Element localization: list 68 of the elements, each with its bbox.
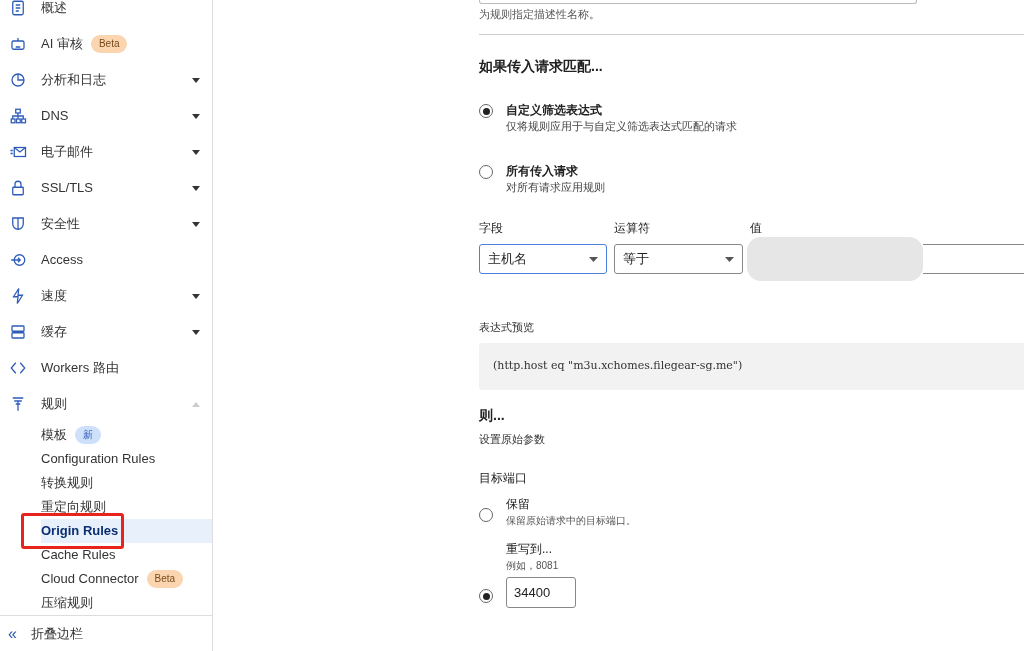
- robot-icon: [9, 35, 27, 53]
- pie-icon: [9, 71, 27, 89]
- sidebar-item[interactable]: Workers 路由: [0, 350, 212, 386]
- shield-icon: [9, 215, 27, 233]
- sidebar-item[interactable]: 概述: [0, 0, 212, 26]
- value-field[interactable]: [923, 244, 1024, 274]
- port-field[interactable]: 34400: [506, 577, 576, 608]
- badge: 新: [75, 426, 101, 444]
- caret-icon: [192, 401, 200, 407]
- document-icon: [9, 0, 27, 17]
- field-label: 运算符: [614, 220, 651, 237]
- sidebar-item[interactable]: 分析和日志: [0, 62, 212, 98]
- option-label: 所有传入请求: [506, 163, 579, 179]
- option-description: 对所有请求应用规则: [506, 180, 605, 195]
- caret-icon: [192, 149, 200, 155]
- help-text: 为规则指定描述性名称。: [479, 7, 601, 22]
- sidebar-item[interactable]: Access: [0, 242, 212, 278]
- caret-icon: [192, 293, 200, 299]
- lock-icon: [9, 179, 27, 197]
- rule-name-field[interactable]: [479, 0, 917, 4]
- caret-icon: [192, 185, 200, 191]
- field-label: 目标端口: [479, 470, 528, 487]
- section-subtitle: 设置原始参数: [479, 431, 546, 447]
- submenu-item[interactable]: Origin Rules: [20, 515, 212, 547]
- caret-icon: [192, 113, 200, 119]
- badge: Beta: [90, 35, 128, 53]
- field-label: 值: [750, 220, 763, 237]
- caret-icon: [192, 329, 200, 335]
- sidebar-item[interactable]: 电子邮件: [0, 134, 212, 170]
- section-heading: 则...: [479, 405, 506, 425]
- field-label: 字段: [479, 220, 504, 237]
- dropdown[interactable]: 主机名: [479, 244, 607, 274]
- submenu-item[interactable]: 模板 新: [20, 423, 212, 447]
- caret-icon: [589, 256, 598, 262]
- submenu-item[interactable]: 压缩规则: [20, 591, 212, 615]
- radio-button[interactable]: [479, 589, 493, 603]
- sidebar-item[interactable]: DNS: [0, 98, 212, 134]
- submenu-item[interactable]: 转换规则: [20, 471, 212, 495]
- expression-preview: (http.host eq "m3u.xchomes.filegear-sg.me"): [479, 342, 1024, 390]
- caret-icon: [192, 77, 200, 83]
- sidebar-item[interactable]: 规则: [0, 386, 212, 422]
- sidebar-item[interactable]: 速度: [0, 278, 212, 314]
- option-description: 仅将规则应用于与自定义筛选表达式匹配的请求: [506, 119, 737, 134]
- radio-button[interactable]: [479, 104, 493, 118]
- caret-icon: [725, 256, 734, 262]
- badge: Beta: [146, 570, 184, 588]
- collapse-sidebar-link[interactable]: 折叠边栏: [30, 623, 83, 644]
- collapse-icon[interactable]: «: [8, 621, 17, 646]
- caret-icon: [192, 221, 200, 227]
- server-icon: [9, 323, 27, 341]
- option-label: 重写到...: [506, 541, 553, 557]
- option-label: 保留: [506, 496, 531, 512]
- sidebar-item[interactable]: SSL/TLS: [0, 170, 212, 206]
- dropdown[interactable]: 等于: [614, 244, 743, 274]
- sidebar-item[interactable]: 安全性: [0, 206, 212, 242]
- radio-button[interactable]: [479, 165, 493, 179]
- submenu-item[interactable]: Cloud Connector Beta: [20, 567, 212, 591]
- option-description: 保留原始请求中的目标端口。: [506, 514, 636, 528]
- network-icon: [9, 107, 27, 125]
- field-label: 表达式预览: [479, 320, 535, 335]
- sidebar-item[interactable]: AI 审核 Beta: [0, 26, 212, 62]
- section-heading: 如果传入请求匹配...: [479, 57, 604, 76]
- sidebar-item[interactable]: 缓存: [0, 314, 212, 350]
- radio-button[interactable]: [479, 508, 493, 522]
- login-icon: [9, 251, 27, 269]
- submenu-item[interactable]: Configuration Rules: [20, 447, 212, 471]
- option-description: 例如，8081: [506, 559, 560, 573]
- option-label: 自定义筛选表达式: [506, 102, 603, 118]
